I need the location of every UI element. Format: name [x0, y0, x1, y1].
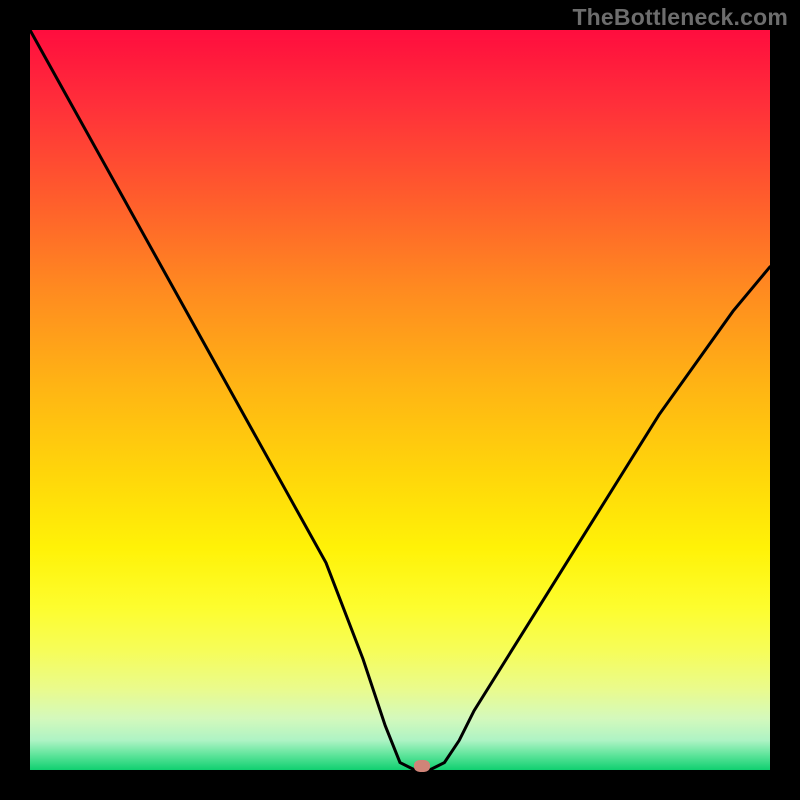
plot-area	[30, 30, 770, 770]
chart-frame: TheBottleneck.com	[0, 0, 800, 800]
curve-svg	[30, 30, 770, 770]
optimum-marker	[414, 760, 430, 772]
watermark-text: TheBottleneck.com	[572, 4, 788, 31]
bottleneck-curve	[30, 30, 770, 770]
